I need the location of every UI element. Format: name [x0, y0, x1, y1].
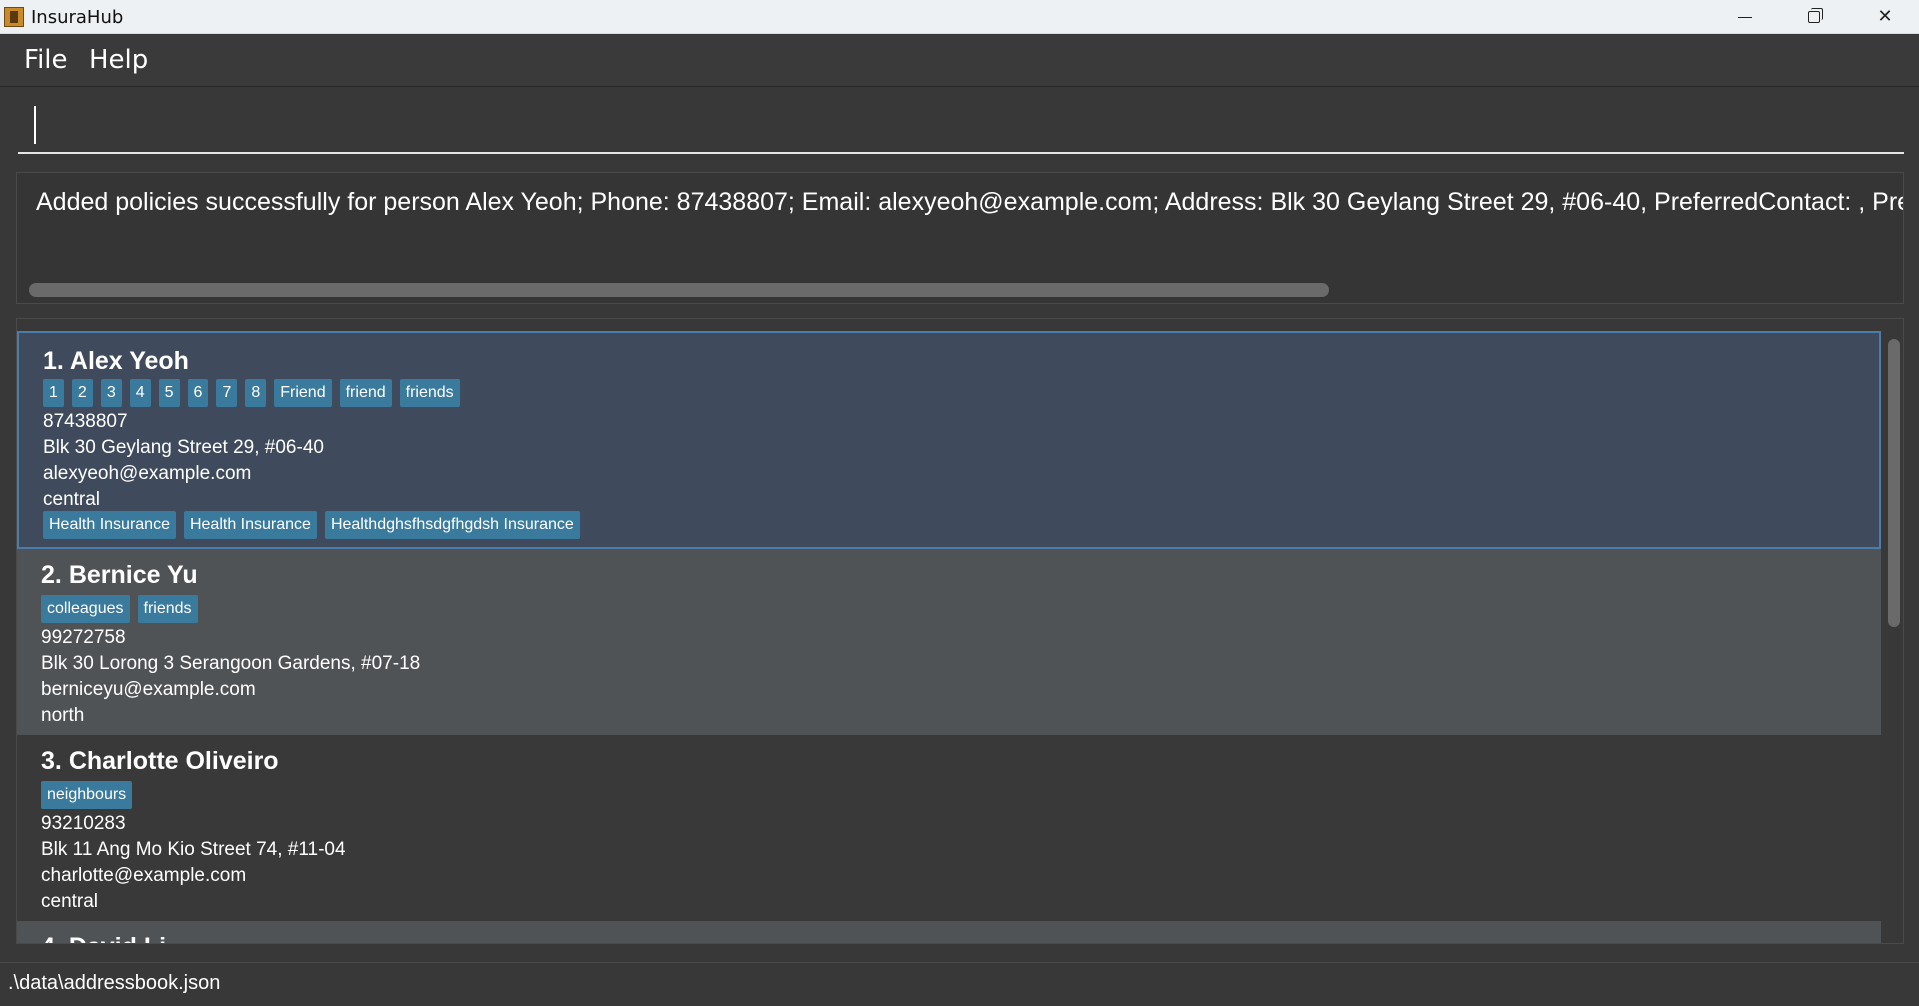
- person-name: Alex Yeoh: [69, 347, 189, 375]
- address: Blk 30 Lorong 3 Serangoon Gardens, #07-1…: [41, 653, 421, 674]
- menu-bar: File Help: [0, 35, 1919, 87]
- tag: 3: [100, 379, 122, 407]
- tag: friends: [137, 595, 198, 623]
- status-bar: .\data\addressbook.json: [0, 962, 1919, 1006]
- phone: 87438807: [43, 411, 128, 432]
- tag: friends: [399, 379, 460, 407]
- tag-list: neighbours: [41, 781, 133, 809]
- tag: 4: [129, 379, 151, 407]
- phone: 93210283: [41, 813, 126, 834]
- tag: 7: [216, 379, 238, 407]
- tag: friend: [339, 379, 392, 407]
- email: alexyeoh@example.com: [43, 463, 252, 484]
- tag: 2: [71, 379, 93, 407]
- person-card[interactable]: 1. Alex Yeoh 1 2 3 4 5 6 7 8 Friend frie…: [17, 331, 1881, 549]
- result-display: Added policies successfully for person A…: [16, 172, 1904, 304]
- policy-list: Health Insurance Health Insurance Health…: [43, 511, 580, 539]
- tag: 6: [187, 379, 209, 407]
- person-name-line: 1. Alex Yeoh: [43, 347, 189, 376]
- tag: 8: [245, 379, 267, 407]
- result-message: Added policies successfully for person A…: [36, 188, 1904, 216]
- person-card[interactable]: 4. David Li: [17, 921, 1881, 943]
- close-icon: ✕: [1877, 6, 1893, 27]
- phone: 99272758: [41, 627, 126, 648]
- person-list: 1. Alex Yeoh 1 2 3 4 5 6 7 8 Friend frie…: [16, 318, 1904, 944]
- minimize-icon: [1738, 17, 1752, 18]
- person-name: David Li: [69, 933, 166, 943]
- person-name-line: 4. David Li: [41, 933, 166, 943]
- person-name-line: 3. Charlotte Oliveiro: [41, 747, 279, 776]
- menu-help[interactable]: Help: [89, 45, 148, 75]
- horizontal-scrollbar[interactable]: [29, 283, 1329, 297]
- window-title: InsuraHub: [31, 7, 124, 28]
- policy-badge: Health Insurance: [43, 511, 176, 539]
- close-button[interactable]: ✕: [1850, 0, 1919, 34]
- tag: colleagues: [41, 595, 130, 623]
- policy-badge: Healthdghsfhsdgfhgdsh Insurance: [324, 511, 580, 539]
- vertical-scrollbar[interactable]: [1883, 319, 1903, 943]
- scrollbar-thumb[interactable]: [1888, 339, 1900, 627]
- policy-badge: Health Insurance: [183, 511, 317, 539]
- person-name: Bernice Yu: [68, 561, 198, 589]
- person-index: 4.: [41, 933, 62, 943]
- region: central: [41, 891, 99, 912]
- minimize-button[interactable]: [1710, 0, 1780, 34]
- tag: Friend: [274, 379, 332, 407]
- email: charlotte@example.com: [41, 865, 247, 886]
- person-name-line: 2. Bernice Yu: [41, 561, 198, 590]
- tag-list: colleagues friends: [41, 595, 198, 623]
- command-input[interactable]: [18, 100, 1904, 154]
- person-card[interactable]: 2. Bernice Yu colleagues friends 9927275…: [17, 549, 1881, 735]
- person-name: Charlotte Oliveiro: [68, 747, 279, 775]
- command-box: [0, 88, 1919, 160]
- address: Blk 11 Ang Mo Kio Street 74, #11-04: [41, 839, 346, 860]
- address: Blk 30 Geylang Street 29, #06-40: [43, 437, 324, 458]
- person-index: 2.: [41, 561, 62, 589]
- restore-icon-front: [1808, 11, 1820, 23]
- person-card[interactable]: 3. Charlotte Oliveiro neighbours 9321028…: [17, 735, 1881, 921]
- text-caret: [34, 106, 36, 144]
- tag: 5: [158, 379, 180, 407]
- tag-list: 1 2 3 4 5 6 7 8 Friend friend friends: [43, 379, 460, 407]
- save-location: .\data\addressbook.json: [8, 972, 221, 994]
- region: north: [41, 705, 85, 726]
- maximize-button[interactable]: [1780, 0, 1850, 34]
- email: berniceyu@example.com: [41, 679, 256, 700]
- person-index: 3.: [41, 747, 62, 775]
- title-bar: InsuraHub ✕: [0, 0, 1919, 34]
- tag: 1: [43, 379, 64, 407]
- tag: neighbours: [41, 781, 133, 809]
- menu-file[interactable]: File: [24, 45, 68, 75]
- region: central: [43, 489, 101, 510]
- app-icon: [4, 7, 24, 27]
- person-index: 1.: [43, 347, 64, 375]
